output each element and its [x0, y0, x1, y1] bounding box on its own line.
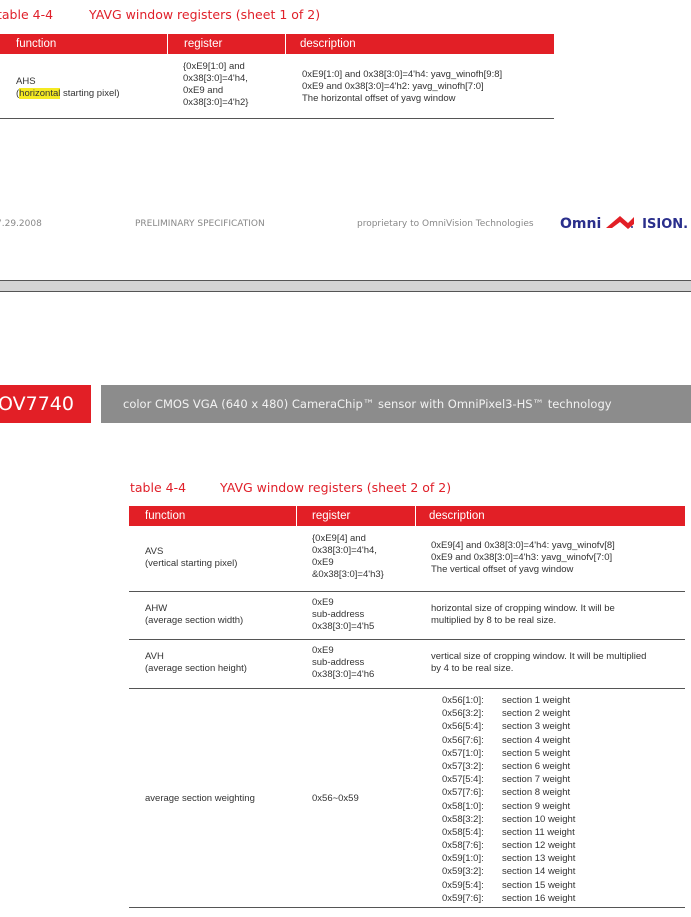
weight-label: section 4 weight — [502, 734, 571, 746]
weight-label: section 3 weight — [502, 721, 571, 733]
banner-description: color CMOS VGA (640 x 480) CameraChip™ s… — [101, 385, 691, 423]
footer-proprietary: proprietary to OmniVision Technologies — [357, 219, 534, 229]
function-desc: (horizontal starting pixel) — [16, 88, 120, 99]
table-row-ahs-description: 0xE9[1:0] and 0x38[3:0]=4'h4: yavg_winof… — [302, 69, 503, 104]
table-row-avs-register: {0xE9[4] and 0x38[3:0]=4'h4, 0xE9 &0x38[… — [312, 533, 384, 580]
header-function: function — [145, 510, 186, 522]
header-description: description — [300, 38, 356, 50]
table-bottom-rule — [0, 118, 554, 119]
weight-bits: 0x56[5:4]: — [442, 721, 484, 733]
weight-bits: 0x59[7:6]: — [442, 892, 484, 904]
table-row-avh-function: AVH (average section height) — [145, 651, 247, 674]
list-item: 0x56[7:6]: section 4 weight — [442, 734, 575, 747]
list-item: 0x56[3:2]: section 2 weight — [442, 707, 575, 720]
table-row-ahs-function: AHS (horizontal starting pixel) — [16, 76, 120, 100]
table-caption-sheet1: table 4-4 YAVG window registers (sheet 1… — [0, 7, 320, 22]
table-row-ahw-description: horizontal size of cropping window. It w… — [431, 603, 615, 626]
header-divider — [285, 34, 286, 54]
weight-label: section 7 weight — [502, 774, 571, 786]
table-row-avs-description: 0xE9[4] and 0x38[3:0]=4'h4: yavg_winofv[… — [431, 540, 615, 575]
weight-label: section 13 weight — [502, 853, 576, 865]
weight-bits: 0x59[5:4]: — [442, 879, 484, 891]
header-register: register — [312, 510, 351, 522]
list-item: 0x56[1:0]: section 1 weight — [442, 694, 575, 707]
weight-label: section 9 weight — [502, 800, 571, 812]
header-divider — [296, 506, 297, 526]
function-name: AHS — [16, 76, 36, 87]
weight-bits: 0x56[3:2]: — [442, 708, 484, 720]
table-row-ahs-register: {0xE9[1:0] and 0x38[3:0]=4'h4, 0xE9 and … — [183, 61, 249, 108]
table-title: YAVG window registers (sheet 1 of 2) — [89, 7, 321, 22]
weight-list: 0x56[1:0]: section 1 weight 0x56[3:2]: sect… — [442, 694, 575, 905]
row-rule — [129, 688, 685, 689]
table-row-ahw-function: AHW (average section width) — [145, 603, 244, 626]
weight-label: section 11 weight — [502, 826, 575, 838]
footer-date: 7.29.2008 — [0, 219, 42, 229]
weight-bits: 0x56[1:0]: — [442, 695, 484, 706]
weight-bits: 0x57[7:6]: — [442, 787, 484, 799]
weight-label: section 14 weight — [502, 866, 576, 878]
weight-label: section 12 weight — [502, 840, 576, 852]
highlighted-text: horizontal — [19, 88, 61, 99]
table-row-weighting-register: 0x56~0x59 — [312, 793, 359, 804]
list-item: 0x57[1:0]: section 5 weight — [442, 747, 575, 760]
list-item: 0x56[5:4]: section 3 weight — [442, 720, 575, 733]
table-header-sheet1: function register description — [0, 34, 554, 54]
table-row-ahw-register: 0xE9 sub-address 0x38[3:0]=4'h5 — [312, 597, 375, 632]
weight-label: section 10 weight — [502, 813, 576, 825]
table-row-avh-register: 0xE9 sub-address 0x38[3:0]=4'h6 — [312, 645, 375, 680]
header-divider — [167, 34, 168, 54]
row-rule — [129, 639, 685, 640]
list-item: 0x57[7:6]: section 8 weight — [442, 786, 575, 799]
table-number: table 4-4 — [0, 7, 54, 22]
banner-model: OV7740 — [0, 385, 91, 423]
weight-bits: 0x59[3:2]: — [442, 866, 484, 878]
footer-spec: PRELIMINARY SPECIFICATION — [135, 219, 265, 229]
row-rule — [129, 591, 685, 592]
list-item: 0x58[1:0]: section 9 weight — [442, 800, 575, 813]
header-divider — [415, 506, 416, 526]
table-row-avs-function: AVS (vertical starting pixel) — [145, 546, 238, 569]
weight-label: section 6 weight — [502, 760, 571, 772]
page-separator — [0, 280, 691, 292]
weight-bits: 0x57[1:0]: — [442, 747, 484, 759]
weight-bits: 0x58[5:4]: — [442, 826, 484, 838]
weight-label: section 2 weight — [502, 708, 571, 720]
table-caption-sheet2: table 4-4 YAVG window registers (sheet 2… — [130, 480, 451, 495]
weight-bits: 0x57[5:4]: — [442, 774, 484, 786]
list-item: 0x58[7:6]: section 12 weight — [442, 839, 575, 852]
list-item: 0x57[3:2]: section 6 weight — [442, 760, 575, 773]
weight-bits: 0x56[7:6]: — [442, 734, 484, 746]
weight-bits: 0x57[3:2]: — [442, 760, 484, 772]
weight-bits: 0x58[7:6]: — [442, 840, 484, 852]
omnivision-logo: Omni ISION. — [560, 216, 689, 232]
list-item: 0x59[7:6]: section 16 weight — [442, 892, 575, 905]
weight-label: section 15 weight — [502, 879, 576, 891]
weight-label: section 8 weight — [502, 787, 571, 799]
table-number: table 4-4 — [130, 480, 187, 495]
header-description: description — [429, 510, 485, 522]
logo-swoosh-icon — [605, 216, 634, 229]
table-title: YAVG window registers (sheet 2 of 2) — [220, 480, 452, 495]
header-function: function — [16, 38, 57, 50]
list-item: 0x59[3:2]: section 14 weight — [442, 865, 575, 878]
weight-label: section 5 weight — [502, 747, 571, 759]
list-item: 0x58[5:4]: section 11 weight — [442, 826, 575, 839]
weight-label: section 1 weight — [502, 695, 571, 706]
list-item: 0x58[3:2]: section 10 weight — [442, 813, 575, 826]
list-item: 0x57[5:4]: section 7 weight — [442, 773, 575, 786]
weight-bits: 0x59[1:0]: — [442, 853, 484, 865]
table-row-avh-description: vertical size of cropping window. It wil… — [431, 651, 647, 674]
table-header-sheet2: function register description — [129, 506, 685, 526]
table-bottom-rule — [129, 907, 685, 908]
header-register: register — [184, 38, 223, 50]
weight-label: section 16 weight — [502, 892, 576, 904]
weight-bits: 0x58[1:0]: — [442, 800, 484, 812]
list-item: 0x59[1:0]: section 13 weight — [442, 852, 575, 865]
list-item: 0x59[5:4]: section 15 weight — [442, 879, 575, 892]
table-row-weighting-function: average section weighting — [145, 793, 255, 804]
weight-bits: 0x58[3:2]: — [442, 813, 484, 825]
